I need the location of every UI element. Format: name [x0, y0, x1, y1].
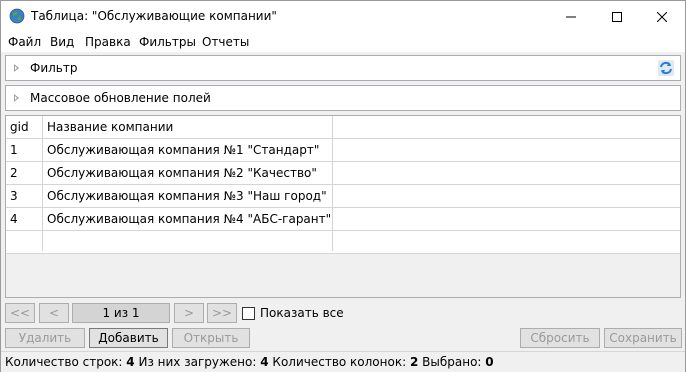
- close-button[interactable]: [639, 1, 685, 32]
- menu-reports[interactable]: Отчеты: [202, 35, 249, 49]
- expand-arrow-icon[interactable]: [14, 64, 19, 72]
- save-button[interactable]: Сохранить: [604, 328, 682, 348]
- status-cols-value: 2: [409, 355, 419, 369]
- column-header-company-name[interactable]: Название компании: [43, 116, 333, 138]
- column-divider: [42, 116, 43, 251]
- cell-gid: 1: [10, 143, 18, 157]
- page-indicator: 1 из 1: [72, 303, 170, 323]
- reset-button[interactable]: Сбросить: [520, 328, 600, 348]
- column-header-gid[interactable]: gid: [6, 116, 42, 138]
- cell-company-name: Обслуживающая компания №2 "Качество": [47, 166, 317, 180]
- status-bar: Количество строк: 4 Из них загружено: 4 …: [1, 351, 685, 372]
- globe-icon: [9, 8, 25, 24]
- close-icon: [657, 11, 667, 22]
- mass-update-panel-title: Массовое обновление полей: [30, 91, 211, 105]
- cell-company-name: Обслуживающая компания №1 "Стандарт": [47, 143, 320, 157]
- maximize-icon: [612, 11, 622, 22]
- cell-company-name: Обслуживающая компания №3 "Наш город": [47, 189, 327, 203]
- status-selected-label: Выбрано:: [422, 355, 482, 369]
- window-title: Таблица: "Обслуживающие компании": [31, 9, 277, 23]
- status-rows-value: 4: [126, 355, 135, 369]
- refresh-icon[interactable]: [657, 59, 675, 77]
- status-loaded-value: 4: [260, 355, 269, 369]
- status-rows: Количество строк: 4 Из них загружено: 4 …: [5, 355, 494, 369]
- maximize-button[interactable]: [594, 1, 640, 32]
- data-grid[interactable]: gid Название компании 1 Обслуживающая ко…: [5, 115, 681, 298]
- menu-filters[interactable]: Фильтры: [139, 35, 196, 49]
- open-button[interactable]: Открыть: [172, 328, 250, 348]
- cell-company-name: Обслуживающая компания №4 "АБС-гарант": [47, 212, 332, 226]
- prev-page-button[interactable]: <: [39, 303, 69, 323]
- title-bar: Таблица: "Обслуживающие компании": [1, 1, 685, 32]
- status-selected-value: 0: [485, 355, 494, 369]
- table-row[interactable]: 1 Обслуживающая компания №1 "Стандарт": [6, 139, 680, 162]
- show-all-label[interactable]: Показать все: [260, 306, 344, 320]
- menu-file[interactable]: Файл: [8, 35, 41, 49]
- cell-gid: 4: [10, 212, 18, 226]
- last-page-button[interactable]: >>: [207, 303, 237, 323]
- minimize-button[interactable]: [548, 1, 594, 32]
- app-window: Таблица: "Обслуживающие компании" Файл В…: [0, 0, 686, 372]
- menu-bar: Файл Вид Правка Фильтры Отчеты: [1, 32, 685, 52]
- cell-gid: 2: [10, 166, 18, 180]
- new-row[interactable]: [6, 231, 680, 254]
- filter-panel[interactable]: Фильтр: [5, 55, 681, 81]
- grid-header: gid Название компании: [6, 116, 680, 139]
- first-page-button[interactable]: <<: [5, 303, 35, 323]
- column-divider: [332, 116, 333, 251]
- status-rows-label: Количество строк:: [5, 355, 123, 369]
- delete-button[interactable]: Удалить: [5, 328, 85, 348]
- add-button[interactable]: Добавить: [89, 328, 168, 348]
- mass-update-panel[interactable]: Массовое обновление полей: [5, 85, 681, 111]
- expand-arrow-icon[interactable]: [14, 94, 19, 102]
- next-page-button[interactable]: >: [174, 303, 204, 323]
- table-row[interactable]: 4 Обслуживающая компания №4 "АБС-гарант": [6, 208, 680, 231]
- minimize-icon: [566, 16, 576, 17]
- filter-panel-title: Фильтр: [30, 61, 78, 75]
- table-row[interactable]: 2 Обслуживающая компания №2 "Качество": [6, 162, 680, 185]
- menu-edit[interactable]: Правка: [85, 35, 131, 49]
- menu-view[interactable]: Вид: [50, 35, 74, 49]
- status-cols-label: Количество колонок:: [272, 355, 407, 369]
- cell-gid: 3: [10, 189, 18, 203]
- table-row[interactable]: 3 Обслуживающая компания №3 "Наш город": [6, 185, 680, 208]
- status-loaded-label: Из них загружено:: [138, 355, 257, 369]
- show-all-checkbox[interactable]: [242, 307, 255, 320]
